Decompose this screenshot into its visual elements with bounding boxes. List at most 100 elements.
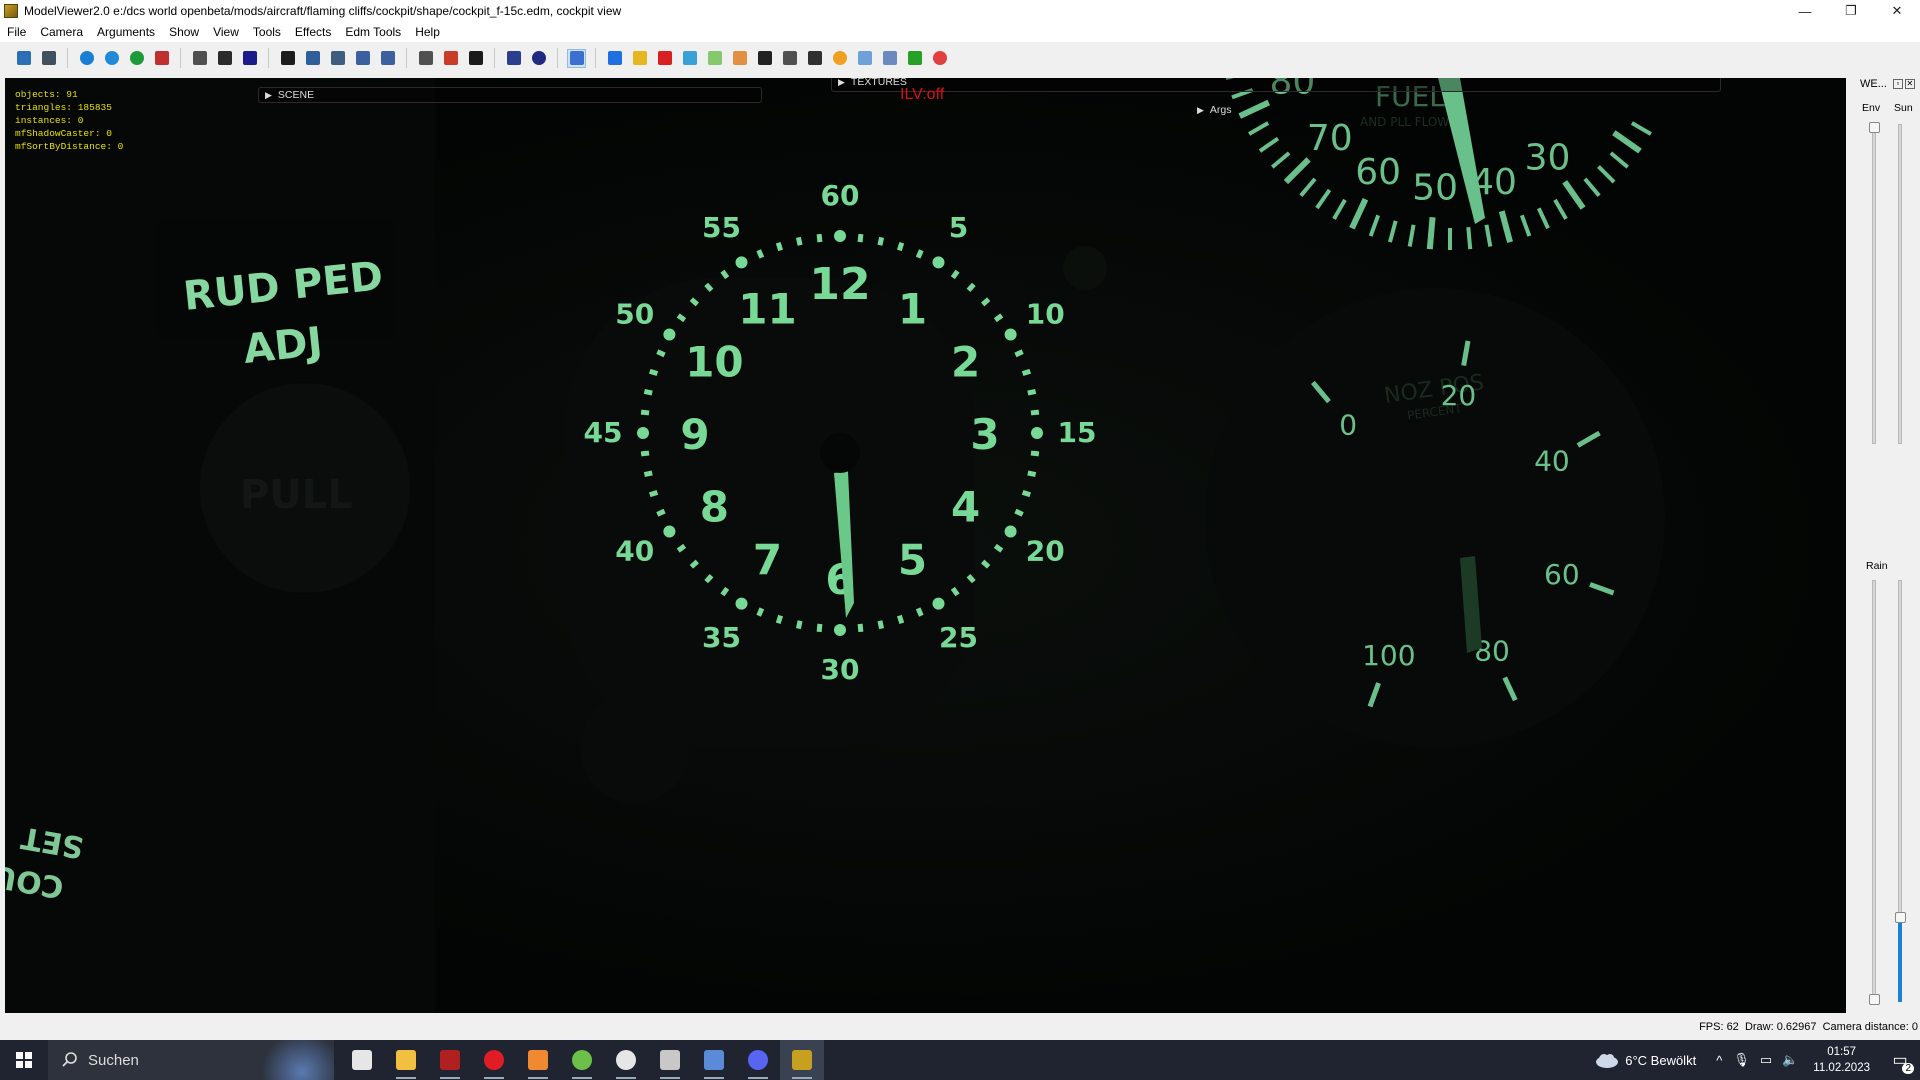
headset-taskbar-button[interactable] xyxy=(648,1040,692,1080)
crosshair-button[interactable] xyxy=(240,49,259,68)
search-box[interactable]: Suchen xyxy=(48,1040,334,1080)
image-button[interactable] xyxy=(416,49,435,68)
microphone-icon[interactable]: 🎙 xyxy=(1733,1052,1750,1068)
notification-button[interactable]: ▭ 2 xyxy=(1880,1040,1920,1080)
search-placeholder: Suchen xyxy=(88,1051,139,1069)
clock-minute-tick xyxy=(640,409,650,416)
person-button[interactable] xyxy=(328,49,347,68)
model-button[interactable] xyxy=(190,49,209,68)
close-button[interactable]: ✕ xyxy=(1874,0,1920,22)
app-red-taskbar-button[interactable] xyxy=(428,1040,472,1080)
fuel-scale-label: 70 xyxy=(1307,118,1353,159)
record-button[interactable] xyxy=(529,49,548,68)
float-icon[interactable]: ▫ xyxy=(1892,79,1903,89)
menu-effects[interactable]: Effects xyxy=(288,22,338,42)
network-button[interactable] xyxy=(855,49,874,68)
bar-chart-button[interactable] xyxy=(567,48,586,68)
cube-blue-button[interactable] xyxy=(605,49,624,68)
camera-button[interactable] xyxy=(215,49,234,68)
arrow-right-button[interactable] xyxy=(353,49,372,68)
bar-chart-icon xyxy=(569,51,584,65)
car-button[interactable] xyxy=(805,49,824,68)
settings-taskbar-button[interactable] xyxy=(604,1040,648,1080)
reload-button[interactable] xyxy=(39,49,58,68)
discord-taskbar-button[interactable] xyxy=(736,1040,780,1080)
copy-button[interactable] xyxy=(630,49,649,68)
tank-button[interactable] xyxy=(780,49,799,68)
menu-view[interactable]: View xyxy=(206,22,246,42)
filter-icon xyxy=(305,51,320,65)
args-panel[interactable]: ▶ Args xyxy=(1191,102,1515,118)
rain-slider-thumb[interactable] xyxy=(1869,994,1880,1005)
task-view-taskbar-button[interactable] xyxy=(340,1040,384,1080)
monitor-button[interactable] xyxy=(466,49,485,68)
sun-slider-track[interactable] xyxy=(1898,124,1902,444)
colors-button[interactable] xyxy=(441,49,460,68)
ilv-status: ILV:off xyxy=(900,86,945,103)
xbox-taskbar-button[interactable] xyxy=(560,1040,604,1080)
app-red-icon xyxy=(440,1050,460,1070)
menu-arguments[interactable]: Arguments xyxy=(90,22,162,42)
refresh-button[interactable] xyxy=(102,49,121,68)
toolbar-separator xyxy=(180,48,181,68)
modelviewer-taskbar-button[interactable] xyxy=(780,1040,824,1080)
refresh-green-button[interactable] xyxy=(127,49,146,68)
cube-cyan-button[interactable] xyxy=(680,49,699,68)
clock-hour-label: 5 xyxy=(898,536,927,585)
globe-button[interactable] xyxy=(77,49,96,68)
editor-taskbar-button[interactable] xyxy=(692,1040,736,1080)
filter-button[interactable] xyxy=(303,49,322,68)
menu-bar: File Camera Arguments Show View Tools Ef… xyxy=(0,22,1920,42)
target-button[interactable] xyxy=(930,49,949,68)
pin-button[interactable] xyxy=(755,49,774,68)
modelviewer-icon xyxy=(792,1050,812,1070)
scene-panel[interactable]: ▶ SCENE xyxy=(258,87,762,103)
opera-taskbar-button[interactable] xyxy=(472,1040,516,1080)
rain-intensity-thumb[interactable] xyxy=(1895,911,1906,923)
textures-panel[interactable]: ▶ TEXTURES xyxy=(831,78,1721,92)
close-icon[interactable]: ✕ xyxy=(1904,79,1915,89)
media-player-taskbar-button[interactable] xyxy=(516,1040,560,1080)
draw-readout: Draw: 0.62967 xyxy=(1744,1021,1817,1033)
chevron-up-icon[interactable]: ^ xyxy=(1716,1053,1722,1068)
clock-minute-tick xyxy=(756,607,765,617)
menu-show[interactable]: Show xyxy=(162,22,206,42)
grid-button[interactable] xyxy=(278,49,297,68)
sphere-button[interactable] xyxy=(830,49,849,68)
screenshot-button[interactable] xyxy=(152,49,171,68)
menu-tools[interactable]: Tools xyxy=(246,22,288,42)
clock[interactable]: 01:57 11.02.2023 xyxy=(1813,1044,1870,1076)
chart-line-button[interactable] xyxy=(730,49,749,68)
cube-red-button[interactable] xyxy=(655,49,674,68)
maximize-button[interactable]: ❐ xyxy=(1828,0,1874,22)
clock-minute-tick xyxy=(649,489,659,498)
cloud-icon xyxy=(1596,1054,1619,1068)
minimize-button[interactable]: — xyxy=(1782,0,1828,22)
menu-camera[interactable]: Camera xyxy=(33,22,90,42)
menu-help[interactable]: Help xyxy=(408,22,447,42)
env-slider-track[interactable] xyxy=(1872,124,1876,444)
undo-button[interactable] xyxy=(504,49,523,68)
clock-minute-label: 40 xyxy=(615,535,654,568)
env-slider-thumb[interactable] xyxy=(1869,122,1880,133)
network-icon[interactable]: ▭ xyxy=(1760,1052,1772,1068)
stat-triangles: triangles: 185835 xyxy=(15,102,112,113)
start-button[interactable] xyxy=(0,1040,48,1080)
volume-icon[interactable]: 🔈 xyxy=(1782,1052,1798,1068)
box-green-button[interactable] xyxy=(705,49,724,68)
screenshot-icon xyxy=(154,51,169,65)
arrow-left-button[interactable] xyxy=(378,49,397,68)
file-explorer-taskbar-button[interactable] xyxy=(384,1040,428,1080)
save-button[interactable] xyxy=(14,49,33,68)
rain-label: Rain xyxy=(1866,560,1888,572)
weather-text[interactable]: 6°C Bewölkt xyxy=(1625,1053,1696,1068)
expand-triangle-icon: ▶ xyxy=(265,89,272,100)
3d-viewport[interactable]: RUD PED ADJ COURSE SET PULL 60 5 10 15 20 25 3… xyxy=(5,78,1846,1013)
weather-panel-title: WE... xyxy=(1860,78,1887,90)
grid-icon xyxy=(280,51,295,65)
grid-green-button[interactable] xyxy=(905,49,924,68)
grid-small-button[interactable] xyxy=(880,49,899,68)
rain-slider-track[interactable] xyxy=(1872,580,1876,1002)
menu-file[interactable]: File xyxy=(0,22,33,42)
menu-edm-tools[interactable]: Edm Tools xyxy=(338,22,408,42)
